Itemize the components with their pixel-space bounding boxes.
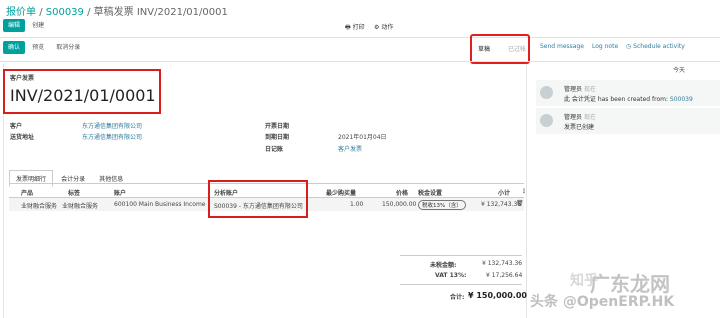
col-taxes[interactable]: 税金设置 [418, 188, 442, 197]
toolbar: 编辑 创建 [3, 19, 49, 32]
message-time: 现在 [583, 114, 596, 121]
print-icon: 🖶 [345, 24, 351, 31]
action-menu[interactable]: ⚙ 动作 [374, 22, 393, 31]
col-account[interactable]: 账户 [114, 188, 126, 197]
message-author[interactable]: 管理员 [564, 114, 582, 121]
customer-value[interactable]: 东方通信集团有限公司 [82, 121, 142, 130]
journal-label: 日记账 [265, 146, 284, 153]
chatter-message: 管理员 现在 此 会计凭证 has been created from: S00… [536, 80, 720, 106]
cell-quantity: 1.00 [350, 201, 364, 208]
action-label: 动作 [381, 24, 394, 31]
avatar[interactable] [540, 114, 553, 127]
column-options-icon[interactable]: ⋮ [521, 188, 527, 195]
preview-button[interactable]: 预览 [27, 41, 49, 54]
invoice-date-label: 开票日期 [265, 123, 290, 130]
col-product[interactable]: 产品 [21, 188, 33, 197]
invoice-type-label: 客户发票 [10, 75, 35, 82]
breadcrumb-separator: / [87, 7, 91, 18]
message-time: 现在 [583, 86, 596, 93]
cell-account: 600100 Main Business Income [114, 201, 206, 208]
clock-icon: ◷ [626, 43, 632, 50]
message-header: 管理员 现在 [564, 112, 596, 121]
analytic-account-highlight [208, 180, 308, 218]
untaxed-label: 未税金额: [430, 262, 457, 269]
customer-label: 客户 [10, 123, 23, 130]
delivery-value[interactable]: 东方通信集团有限公司 [82, 132, 142, 141]
create-button[interactable]: 创建 [27, 19, 49, 32]
confirm-button[interactable]: 确认 [3, 41, 26, 54]
tax-tag: 税收13%（含） [418, 200, 466, 210]
gear-icon: ⚙ [374, 24, 380, 31]
untaxed-value: ¥ 132,743.36 [482, 260, 523, 267]
message-author[interactable]: 管理员 [564, 86, 582, 93]
message-body: 发票已创建 [564, 124, 595, 131]
cell-label: 业财融合服务 [62, 203, 99, 210]
breadcrumb-order[interactable]: S00039 [46, 7, 84, 18]
breadcrumb-current: 草稿发票 INV/2021/01/0001 [93, 7, 228, 18]
breadcrumb: 报价单 / S00039 / 草稿发票 INV/2021/01/0001 [6, 3, 228, 18]
journal-value[interactable]: 客户发票 [338, 144, 362, 153]
message-text: 此 会计凭证 has been created from: [564, 96, 668, 103]
col-price[interactable]: 价格 [396, 188, 408, 197]
status-bar: 草稿 已过帐 [470, 34, 530, 64]
vat-value: ¥ 17,256.64 [486, 272, 523, 279]
total-label: 合计: [450, 294, 465, 301]
tab-invoice-lines[interactable]: 发票明细行 [9, 170, 54, 187]
log-note-button[interactable]: Log note [592, 43, 618, 50]
send-message-button[interactable]: Send message [540, 43, 584, 50]
col-quantity[interactable]: 最少购买量 [326, 188, 356, 197]
schedule-activity-button[interactable]: ◷ Schedule activity [626, 43, 685, 50]
breadcrumb-separator: / [39, 7, 43, 18]
cancel-entry-button[interactable]: 取消分录 [51, 41, 85, 54]
print-label: 打印 [352, 24, 365, 31]
watermark-source: 头条 @OpenERP.HK [530, 294, 675, 310]
invoice-number: INV/2021/01/0001 [10, 86, 156, 105]
chatter-date-separator: 今天 [673, 67, 686, 74]
totals-divider [400, 284, 522, 285]
message-link[interactable]: S00039 [670, 96, 693, 103]
col-label[interactable]: 标签 [68, 188, 80, 197]
divider [0, 61, 720, 62]
due-date-label: 到期日期 [265, 134, 290, 141]
action-bar: 确认 预览 取消分录 [3, 41, 85, 54]
col-subtotal[interactable]: 小计 [498, 188, 510, 197]
print-menu[interactable]: 🖶 打印 [345, 22, 365, 33]
edit-button[interactable]: 编辑 [3, 19, 26, 32]
schedule-activity-label: Schedule activity [633, 43, 685, 50]
status-posted[interactable]: 已过帐 [508, 44, 526, 53]
totals-divider [400, 255, 522, 256]
status-draft[interactable]: 草稿 [478, 44, 490, 53]
avatar[interactable] [540, 86, 553, 99]
trash-icon[interactable]: 🗑 [516, 200, 524, 207]
chatter-message: 管理员 现在 发票已创建 [536, 108, 720, 134]
cell-price: 150,000.00 [382, 201, 417, 208]
message-body: 此 会计凭证 has been created from: S00039 [564, 94, 693, 103]
delivery-label: 送货地址 [10, 134, 35, 141]
total-value: ¥ 150,000.00 [468, 291, 527, 300]
due-date-value[interactable]: 2021年01月04日 [338, 132, 387, 141]
notebook-tabs: 发票明细行 会计分录 其他信息 [9, 170, 129, 187]
cell-product: 业财融合服务 [21, 203, 58, 210]
breadcrumb-root[interactable]: 报价单 [6, 7, 36, 18]
message-header: 管理员 现在 [564, 84, 596, 93]
divider [0, 37, 720, 38]
vat-label: VAT 13%: [435, 272, 467, 279]
